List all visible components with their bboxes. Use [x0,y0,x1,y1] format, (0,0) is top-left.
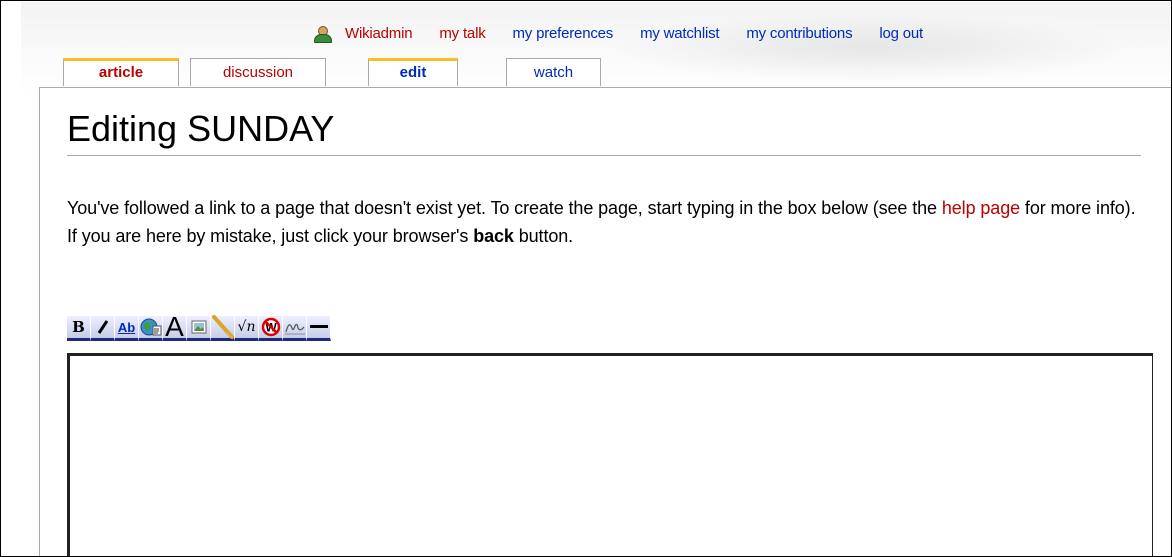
personal-tools: Wikiadmin my talk my preferences my watc… [313,25,923,43]
nowiki-button[interactable]: W [259,316,283,341]
help-page-link[interactable]: help page [942,198,1020,218]
italic-icon [95,319,111,335]
notice-text-3: button. [513,226,574,246]
bold-button[interactable]: B [67,316,91,341]
headline-icon: A [165,311,184,342]
media-icon [211,315,234,339]
back-word: back [473,226,514,246]
signature-icon [284,318,306,336]
external-link-icon [140,317,162,337]
external-link-button[interactable] [139,316,163,341]
internal-link-button[interactable]: Ab [115,316,139,341]
math-button[interactable]: √n [235,316,259,341]
wikitext-editor[interactable] [67,353,1153,556]
italic-button[interactable] [91,316,115,341]
horizontal-line-icon [309,322,328,332]
image-icon [191,320,207,334]
signature-button[interactable] [283,316,307,341]
bold-icon: B [72,318,85,336]
log-out-link[interactable]: log out [879,25,923,42]
horizontal-line-button[interactable] [307,316,331,341]
math-icon: √n [237,319,256,335]
my-preferences-link[interactable]: my preferences [513,25,614,42]
edit-toolbar: B Ab A √n [67,313,331,349]
tab-edit[interactable]: edit [368,58,458,86]
image-button[interactable] [187,316,211,341]
media-button[interactable] [211,315,235,341]
new-page-notice: You've followed a link to a page that do… [67,194,1147,250]
my-contributions-link[interactable]: my contributions [746,25,852,42]
my-talk-link[interactable]: my talk [439,25,485,42]
headline-button[interactable]: A [163,311,187,342]
user-page-link[interactable]: Wikiadmin [345,25,413,42]
notice-text-1: You've followed a link to a page that do… [67,198,942,218]
browser-viewport: Wikiadmin my talk my preferences my watc… [0,0,1172,557]
user-icon [313,25,332,43]
my-watchlist-link[interactable]: my watchlist [640,25,719,42]
tab-article[interactable]: article [63,58,179,86]
nowiki-icon: W [261,317,281,337]
tab-discussion[interactable]: discussion [190,58,326,86]
internal-link-icon: Ab [117,319,136,335]
page-title: Editing SUNDAY [67,106,1141,156]
tab-watch[interactable]: watch [506,58,601,86]
